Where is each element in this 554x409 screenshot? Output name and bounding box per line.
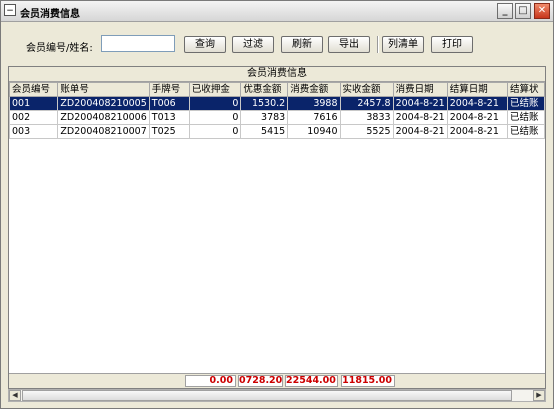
cell: 002 xyxy=(9,110,59,125)
column-header[interactable]: 账单号 xyxy=(57,82,150,97)
scroll-right-icon[interactable]: ▶ xyxy=(533,390,545,401)
column-header[interactable]: 手牌号 xyxy=(148,82,190,97)
scrollbar-thumb[interactable] xyxy=(22,390,512,401)
print-button[interactable]: 打印 xyxy=(431,36,473,53)
column-header[interactable]: 实收金额 xyxy=(339,82,394,97)
cell: 2004-8-21 xyxy=(392,110,448,125)
column-header[interactable]: 结算状 xyxy=(506,82,545,97)
cell: 已结账 xyxy=(506,110,545,125)
cell: 10940 xyxy=(287,124,341,139)
table-row[interactable]: 003 ZD200408210007 T025 0 5415 10940 552… xyxy=(9,124,545,139)
cell: ZD200408210005 xyxy=(57,96,150,111)
query-button[interactable]: 查询 xyxy=(184,36,226,53)
cell: T025 xyxy=(148,124,190,139)
table-row[interactable]: 002 ZD200408210006 T013 0 3783 7616 3833… xyxy=(9,110,545,125)
cell: 5525 xyxy=(339,124,394,139)
window-title: 会员消费信息 xyxy=(20,9,80,20)
cell: 2004-8-21 xyxy=(446,124,508,139)
cell: 2004-8-21 xyxy=(446,96,508,111)
cell: 7616 xyxy=(287,110,341,125)
column-header[interactable]: 结算日期 xyxy=(446,82,508,97)
refresh-button[interactable]: 刷新 xyxy=(281,36,323,53)
cell: 003 xyxy=(9,124,59,139)
cell: 0 xyxy=(188,110,242,125)
cell: 3783 xyxy=(240,110,289,125)
cell: 2004-8-21 xyxy=(446,110,508,125)
search-input[interactable] xyxy=(101,35,175,52)
maximize-button[interactable]: □ xyxy=(515,3,531,19)
column-header[interactable]: 已收押金 xyxy=(188,82,242,97)
total-received: 11815.00 xyxy=(341,375,395,387)
column-header[interactable]: 优惠金额 xyxy=(240,82,289,97)
cell: T006 xyxy=(148,96,190,111)
title-bar[interactable]: − 会员消费信息 _ □ ✕ xyxy=(1,1,553,22)
column-header[interactable]: 会员编号 xyxy=(9,82,59,97)
scroll-left-icon[interactable]: ◀ xyxy=(9,390,21,401)
totals-bar: 0.00 0728.20 22544.00 11815.00 xyxy=(9,373,545,388)
cell: 2004-8-21 xyxy=(392,96,448,111)
total-discount: 0728.20 xyxy=(238,375,283,387)
toolbar-separator xyxy=(377,36,379,53)
total-deposit: 0.00 xyxy=(185,375,236,387)
consumption-table[interactable]: 会员编号 账单号 手牌号 已收押金 优惠金额 消费金额 实收金额 消费日期 结算… xyxy=(9,82,545,139)
system-menu-icon[interactable]: − xyxy=(4,4,16,16)
consumption-grid[interactable]: 会员消费信息 会员编号 账单号 手牌号 已收押金 优惠金额 消费金额 实收金额 … xyxy=(8,66,546,389)
export-button[interactable]: 导出 xyxy=(328,36,370,53)
total-consumption: 22544.00 xyxy=(285,375,338,387)
cell: ZD200408210007 xyxy=(57,124,150,139)
search-label: 会员编号/姓名: xyxy=(26,43,93,54)
column-header[interactable]: 消费金额 xyxy=(287,82,341,97)
cell: 2457.8 xyxy=(339,96,394,111)
cell: 2004-8-21 xyxy=(392,124,448,139)
minimize-button[interactable]: _ xyxy=(497,3,513,19)
cell: 1530.2 xyxy=(240,96,289,111)
horizontal-scrollbar[interactable]: ◀ ▶ xyxy=(8,389,546,402)
cell: 3988 xyxy=(287,96,341,111)
close-button[interactable]: ✕ xyxy=(534,3,550,19)
cell: 3833 xyxy=(339,110,394,125)
column-header[interactable]: 消费日期 xyxy=(392,82,448,97)
cell: 5415 xyxy=(240,124,289,139)
cell: 0 xyxy=(188,96,242,111)
filter-button[interactable]: 过滤 xyxy=(232,36,274,53)
cell: ZD200408210006 xyxy=(57,110,150,125)
cell: 001 xyxy=(9,96,59,111)
cell: 已结账 xyxy=(506,96,545,111)
column-list-button[interactable]: 列清单 xyxy=(382,36,424,53)
cell: 已结账 xyxy=(506,124,545,139)
member-consumption-window: − 会员消费信息 _ □ ✕ 会员编号/姓名: 查询 过滤 刷新 导出 列清单 … xyxy=(0,0,554,409)
cell: T013 xyxy=(148,110,190,125)
table-row[interactable]: 001 ZD200408210005 T006 0 1530.2 3988 24… xyxy=(9,96,545,111)
cell: 0 xyxy=(188,124,242,139)
grid-title: 会员消费信息 xyxy=(9,67,545,82)
table-header-row: 会员编号 账单号 手牌号 已收押金 优惠金额 消费金额 实收金额 消费日期 结算… xyxy=(9,82,545,97)
